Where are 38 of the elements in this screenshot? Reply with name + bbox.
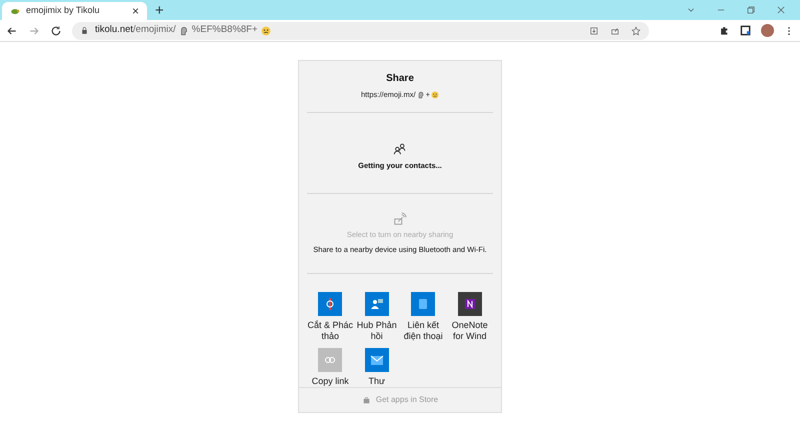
lock-icon: [80, 26, 89, 35]
download-icon: [589, 26, 599, 36]
new-tab-button[interactable]: +: [155, 3, 164, 18]
address-bar[interactable]: tikolu.net/emojimix/ %EF%B8%8F+: [72, 22, 649, 40]
app-tile[interactable]: Thư: [354, 348, 400, 388]
face-emoji-icon: [260, 26, 271, 36]
star-icon: [631, 26, 641, 36]
person-icon: [364, 292, 389, 316]
close-tab-button[interactable]: ×: [132, 5, 139, 17]
face-emoji-icon: [431, 90, 439, 99]
app-tile[interactable]: Copy link: [307, 348, 354, 388]
sidebar-icon: [740, 25, 751, 36]
envelope-icon: [364, 348, 389, 372]
bag-icon: [362, 396, 371, 405]
contacts-icon: [393, 142, 407, 156]
app-tile[interactable]: Liên kết điện thoại: [400, 292, 446, 342]
dialog-title: Share: [386, 72, 414, 86]
url-path: /emojimix/: [133, 23, 176, 38]
app-tile[interactable]: OneNote for Wind: [446, 292, 493, 342]
broadcast-share-icon: [393, 212, 407, 226]
phone-icon: [411, 292, 436, 316]
head-emoji-icon: [178, 26, 189, 36]
reload-icon: [50, 24, 62, 36]
restore-icon: [746, 5, 756, 15]
forward-arrow-icon: [28, 24, 40, 36]
link-icon: [318, 348, 342, 372]
share-icon: [610, 26, 620, 36]
app-tile[interactable]: Hub Phản hồi: [354, 292, 400, 342]
browser-tab[interactable]: emojimix by Tikolu ×: [2, 2, 147, 20]
url-encoded: %EF%B8%8F+: [192, 23, 258, 38]
url-host: tikolu.net: [95, 23, 134, 38]
puzzle-icon: [719, 25, 730, 36]
head-emoji-icon: [416, 90, 425, 99]
notebook-icon: [458, 292, 482, 316]
app-tile[interactable]: Cắt & Phác thảo: [307, 292, 354, 342]
tab-title: emojimix by Tikolu: [26, 4, 101, 18]
close-icon: [776, 5, 786, 15]
back-arrow-icon: [6, 24, 18, 36]
